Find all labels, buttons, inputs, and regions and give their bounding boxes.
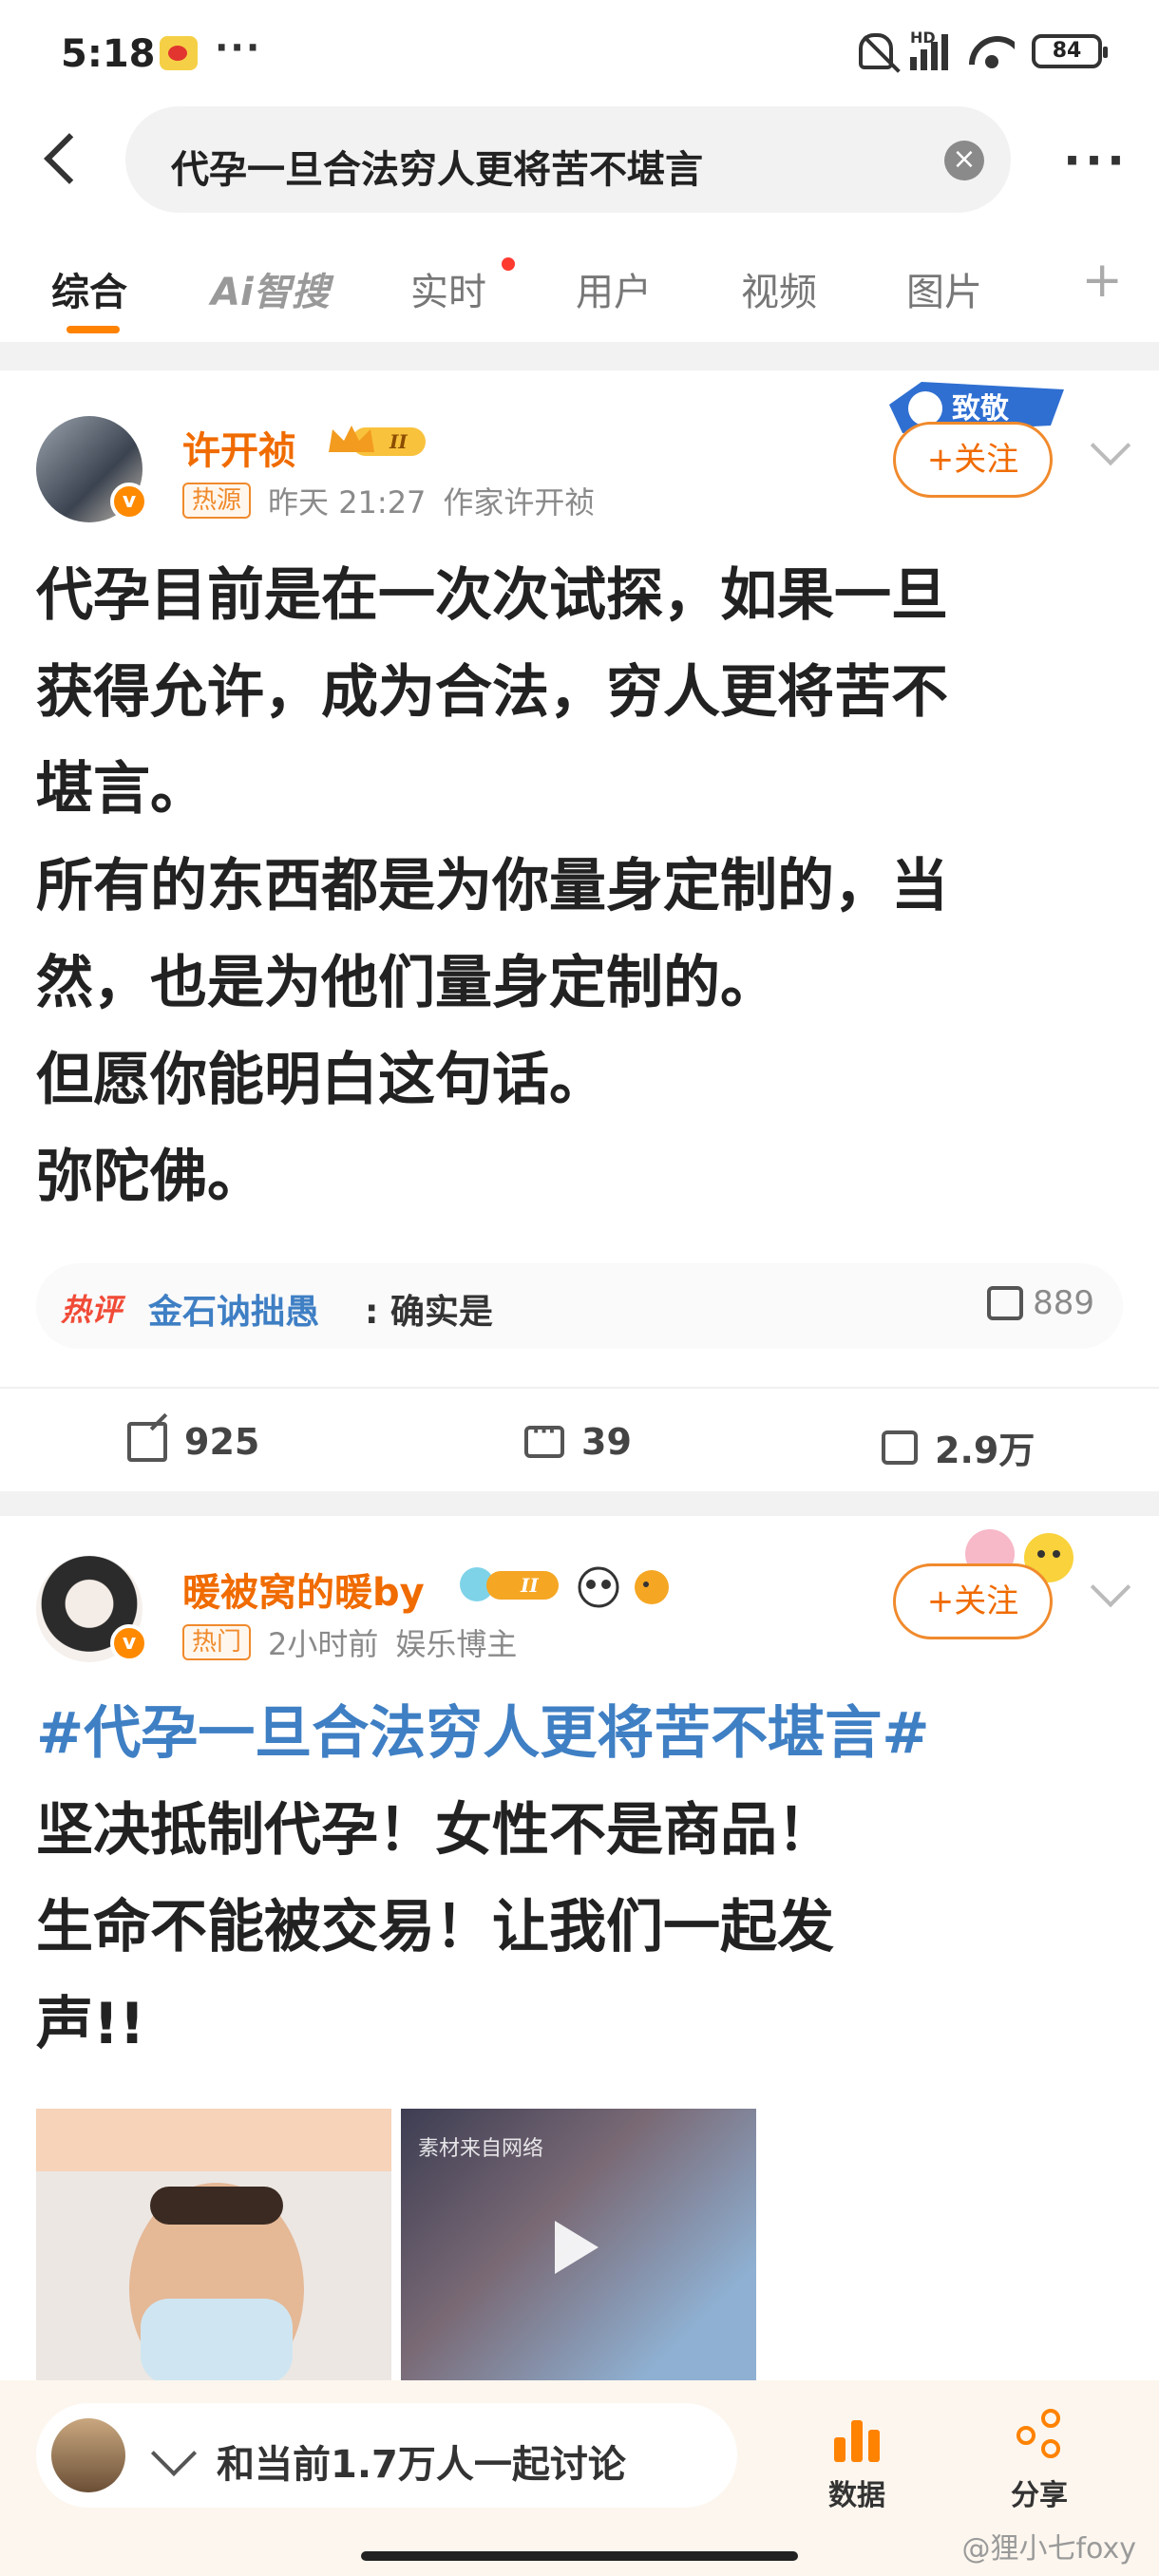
- data-button[interactable]: 数据: [800, 2409, 914, 2513]
- search-query: 代孕一旦合法穷人更将苦不堪言: [171, 148, 703, 192]
- post-actions: 925 39 2.9万: [0, 1387, 1159, 1491]
- status-time: 5:18: [61, 32, 156, 76]
- emoji-badges-icon: [578, 1566, 669, 1608]
- post-image[interactable]: [36, 2109, 391, 2394]
- repost-icon: [127, 1422, 167, 1462]
- more-icon[interactable]: ···: [1063, 133, 1129, 188]
- hot-comment-like[interactable]: 889: [987, 1284, 1094, 1322]
- status-bar: 5:18 ··· HD 84: [0, 0, 1159, 104]
- hot-comment[interactable]: 热评 金石讷拙愚 : 确实是 889: [36, 1263, 1123, 1349]
- back-arrow-icon[interactable]: [36, 129, 89, 190]
- post-source: 作家许开祯: [443, 484, 596, 521]
- bar-chart-icon: [828, 2409, 885, 2462]
- hd-label: HD: [910, 28, 936, 47]
- play-icon[interactable]: [555, 2221, 598, 2274]
- share-icon: [1011, 2409, 1068, 2462]
- pencil-icon: [150, 2430, 198, 2477]
- tab-videos[interactable]: 视频: [741, 261, 817, 316]
- more-notifications-icon: ···: [215, 27, 262, 68]
- hot-comment-tag: 热评: [61, 1292, 123, 1328]
- hot-source-tag: 热源: [182, 483, 252, 519]
- decoration-text: 致敬: [952, 392, 1010, 426]
- my-avatar: [51, 2418, 125, 2492]
- post-body: 坚决抵制代孕！女性不是商品！ 生命不能被交易！让我们一起发 声!!: [36, 1797, 834, 2057]
- home-indicator[interactable]: [361, 2551, 798, 2561]
- search-tabs: 综合 Ai智搜 实时 用户 视频 图片 +: [0, 223, 1159, 342]
- share-label: 分享: [1011, 2479, 1068, 2512]
- search-input[interactable]: 代孕一旦合法穷人更将苦不堪言 ×: [125, 106, 1011, 213]
- topic-hashtag[interactable]: #代孕一旦合法穷人更将苦不堪言#: [36, 1685, 1138, 1782]
- discuss-input[interactable]: 和当前1.7万人一起讨论: [36, 2403, 737, 2508]
- chevron-down-icon[interactable]: [1090, 1566, 1131, 1608]
- search-header: 代孕一旦合法穷人更将苦不堪言 × ···: [0, 104, 1159, 223]
- cellular-signal-icon: HD: [910, 28, 952, 70]
- tab-realtime[interactable]: 实时: [410, 261, 486, 316]
- active-tab-indicator: [66, 326, 120, 333]
- verified-badge-icon: v: [110, 1624, 148, 1662]
- post-time: 2小时前: [268, 1626, 379, 1662]
- hot-comment-text: : 确实是: [365, 1293, 493, 1332]
- hot-comment-like-count: 889: [1033, 1284, 1094, 1322]
- post-username[interactable]: 暖被窝的暖by: [182, 1562, 425, 1617]
- like-button[interactable]: 2.9万: [882, 1421, 1035, 1473]
- watermark: @狸小七foxy: [961, 2532, 1136, 2566]
- follow-button[interactable]: +关注: [893, 422, 1053, 498]
- mute-icon: [859, 33, 893, 69]
- member-level: II: [389, 430, 408, 453]
- post-meta: 热源 昨天 21:27 作家许开祯: [182, 479, 595, 522]
- verified-badge-icon: v: [110, 483, 148, 521]
- hot-comment-user[interactable]: 金石讷拙愚: [148, 1284, 319, 1334]
- post-body: 代孕目前是在一次次试探，如果一旦 获得允许，成为合法，穷人更将苦不 堪言。 所有…: [36, 562, 948, 1210]
- clear-icon[interactable]: ×: [944, 141, 984, 180]
- member-level-icon: II: [460, 1567, 559, 1601]
- post-username[interactable]: 许开祯: [182, 420, 296, 475]
- status-icons: HD 84: [859, 28, 1108, 70]
- tab-images[interactable]: 图片: [906, 261, 982, 316]
- data-label: 数据: [828, 2479, 885, 2512]
- share-button[interactable]: 分享: [982, 2409, 1096, 2513]
- follow-button[interactable]: +关注: [893, 1563, 1053, 1639]
- add-tab-icon[interactable]: +: [1081, 252, 1123, 309]
- video-source-label: 素材来自网络: [418, 2137, 544, 2161]
- new-dot-badge: [502, 257, 515, 271]
- tab-comprehensive[interactable]: 综合: [51, 261, 127, 316]
- comment-icon: [524, 1420, 564, 1458]
- like-icon: [882, 1430, 918, 1465]
- tab-users[interactable]: 用户: [576, 261, 652, 316]
- member-level: II: [520, 1574, 539, 1597]
- discuss-prompt: 和当前1.7万人一起讨论: [217, 2443, 626, 2487]
- wifi-icon: [969, 32, 1015, 70]
- like-count: 2.9万: [935, 1430, 1036, 1471]
- comment-button[interactable]: 39: [524, 1420, 632, 1463]
- repost-button[interactable]: 925: [127, 1421, 259, 1463]
- battery-icon: 84: [1032, 34, 1108, 68]
- post-video[interactable]: 素材来自网络: [401, 2109, 756, 2394]
- chevron-down-icon[interactable]: [1090, 425, 1131, 466]
- post-source: 娱乐博主: [395, 1626, 518, 1662]
- repost-count: 925: [184, 1421, 260, 1463]
- comment-count: 39: [581, 1421, 632, 1463]
- weibo-notification-icon: [160, 36, 198, 70]
- person-photo: [129, 2183, 304, 2394]
- post-meta: 热门 2小时前 娱乐博主: [182, 1620, 517, 1664]
- like-icon: [987, 1286, 1024, 1320]
- post-card[interactable]: v 许开祯 II 热源 昨天 21:27 作家许开祯 致敬 +关注 代孕目前是在…: [0, 370, 1159, 1491]
- post-time: 昨天 21:27: [268, 484, 427, 521]
- member-crown-icon: II: [329, 426, 426, 456]
- tab-ai-search[interactable]: Ai智搜: [211, 261, 330, 316]
- trending-tag: 热门: [182, 1624, 252, 1660]
